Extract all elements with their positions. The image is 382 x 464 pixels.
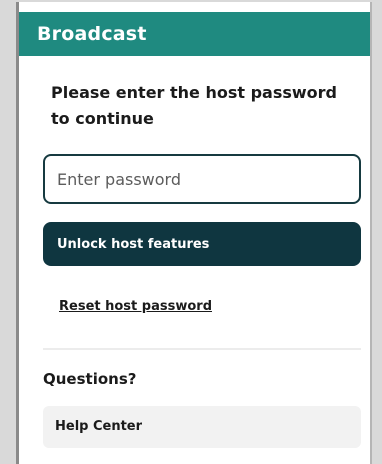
- broadcast-panel: Broadcast Please enter the host password…: [16, 2, 372, 464]
- panel-header-title: Broadcast: [19, 12, 370, 56]
- help-center-button[interactable]: Help Center: [43, 406, 361, 448]
- unlock-host-features-button[interactable]: Unlock host features: [43, 222, 361, 266]
- divider: [43, 348, 361, 350]
- password-input[interactable]: [43, 154, 361, 204]
- questions-heading: Questions?: [43, 370, 137, 388]
- password-prompt: Please enter the host password to contin…: [51, 83, 338, 128]
- reset-host-password-link[interactable]: Reset host password: [59, 299, 212, 314]
